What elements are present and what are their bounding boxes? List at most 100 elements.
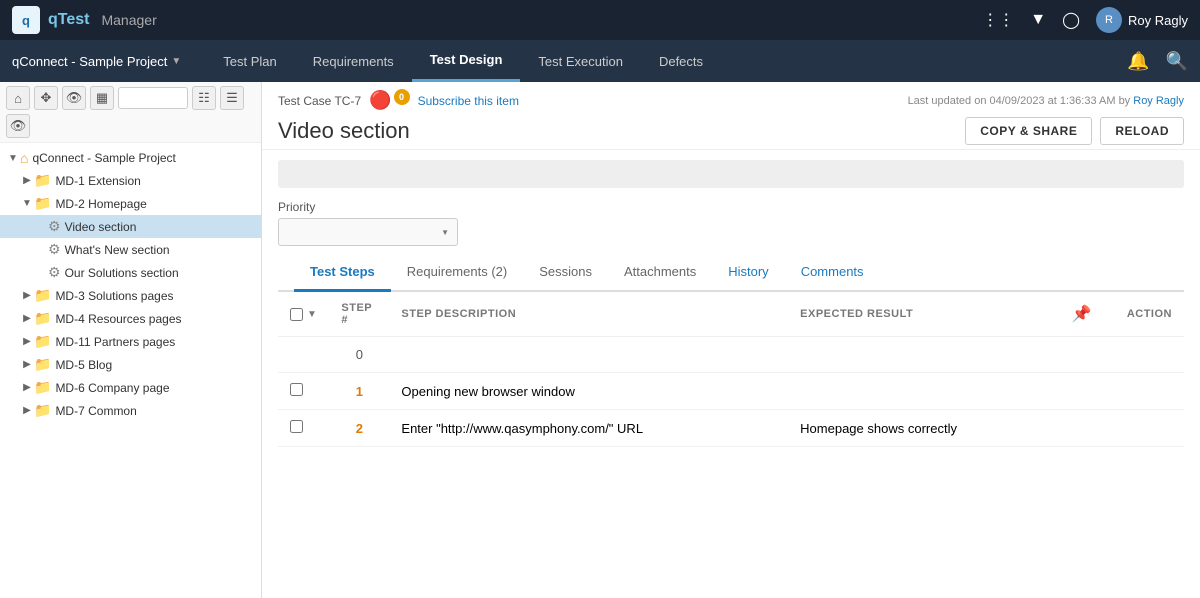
tab-test-steps[interactable]: Test Steps	[294, 254, 391, 292]
tab-test-execution[interactable]: Test Execution	[520, 40, 641, 82]
rss-badge: 0	[394, 89, 410, 105]
top-bar: q qTest Manager ⋮⋮ ▼ ◯ R Roy Ragly	[0, 0, 1200, 40]
table-row: 2 Enter "http://www.qasymphony.com/" URL…	[278, 410, 1184, 447]
row2-result: Homepage shows correctly	[788, 410, 1059, 447]
tree-item-md2[interactable]: ▼ 📁 MD-2 Homepage	[0, 192, 261, 215]
toolbar-add-btn[interactable]: 👁	[62, 86, 86, 110]
row2-attach	[1060, 410, 1104, 447]
tabs-bar: Test Steps Requirements (2) Sessions Att…	[278, 254, 1184, 292]
app-logo: q qTest Manager	[12, 6, 157, 34]
row1-result	[788, 373, 1059, 410]
last-updated: Last updated on 04/09/2023 at 1:36:33 AM…	[908, 95, 1184, 107]
tree-item-md3[interactable]: ▶ 📁 MD-3 Solutions pages	[0, 284, 261, 307]
row2-description: Enter "http://www.qasymphony.com/" URL	[389, 410, 788, 447]
toolbar-move-btn[interactable]: ✥	[34, 86, 58, 110]
sidebar-search-input[interactable]	[118, 87, 188, 109]
tab-sessions[interactable]: Sessions	[523, 254, 608, 292]
gear-icon-whatsnew: ⚙	[48, 241, 61, 258]
search-icon[interactable]: 🔍	[1166, 51, 1188, 72]
tab-attachments[interactable]: Attachments	[608, 254, 712, 292]
last-updated-user[interactable]: Roy Ragly	[1133, 95, 1184, 107]
help-icon[interactable]: ◯	[1062, 10, 1080, 30]
subscribe-button[interactable]: Subscribe this item	[418, 94, 519, 108]
bell-icon[interactable]: 🔔	[1127, 51, 1149, 72]
content-header: Test Case TC-7 🔴 0 Subscribe this item L…	[262, 82, 1200, 150]
home-icon: ⌂	[20, 150, 28, 166]
sidebar: ⌂ ✥ 👁 ▦ ☷ ☰ 👁 ▼ ⌂ qConnect - Sample Proj…	[0, 82, 262, 598]
row0-attach	[1060, 337, 1104, 373]
toggle-md4[interactable]: ▶	[20, 313, 34, 324]
logo-name: qTest	[48, 11, 89, 29]
row1-checkbox-cell[interactable]	[278, 373, 329, 410]
priority-dropdown[interactable]	[278, 218, 458, 246]
tree-item-md6[interactable]: ▶ 📁 MD-6 Company page	[0, 376, 261, 399]
gray-field-top	[278, 160, 1184, 188]
tree-item-root[interactable]: ▼ ⌂ qConnect - Sample Project	[0, 147, 261, 169]
row2-step-num: 2	[329, 410, 389, 447]
toggle-md11[interactable]: ▶	[20, 336, 34, 347]
toggle-md1[interactable]: ▶	[20, 175, 34, 186]
table-row: 0	[278, 337, 1184, 373]
reload-button[interactable]: RELOAD	[1100, 117, 1184, 145]
toggle-md6[interactable]: ▶	[20, 382, 34, 393]
tab-requirements[interactable]: Requirements (2)	[391, 254, 523, 292]
tab-history[interactable]: History	[712, 254, 784, 292]
main-layout: ⌂ ✥ 👁 ▦ ☷ ☰ 👁 ▼ ⌂ qConnect - Sample Proj…	[0, 82, 1200, 598]
copy-share-button[interactable]: COPY & SHARE	[965, 117, 1092, 145]
row1-checkbox[interactable]	[290, 383, 303, 396]
tree-label-md5: MD-5 Blog	[55, 358, 112, 372]
tree-label-md3: MD-3 Solutions pages	[55, 289, 173, 303]
folder-icon-md6: 📁	[34, 379, 51, 396]
row2-action	[1104, 410, 1184, 447]
row2-checkbox[interactable]	[290, 420, 303, 433]
download-icon[interactable]: ▼	[1030, 11, 1046, 29]
sidebar-toolbar: ⌂ ✥ 👁 ▦ ☷ ☰ 👁	[0, 82, 261, 143]
toolbar-eye-btn[interactable]: 👁	[6, 114, 30, 138]
toggle-md3[interactable]: ▶	[20, 290, 34, 301]
toggle-md7[interactable]: ▶	[20, 405, 34, 416]
col-header-attach: 📌	[1060, 292, 1104, 337]
toolbar-grid-btn[interactable]: ☷	[192, 86, 216, 110]
tree-item-oursolutions[interactable]: ⚙ Our Solutions section	[0, 261, 261, 284]
tree-item-md1[interactable]: ▶ 📁 MD-1 Extension	[0, 169, 261, 192]
tree-item-md5[interactable]: ▶ 📁 MD-5 Blog	[0, 353, 261, 376]
attach-icon: 📌	[1072, 306, 1092, 323]
folder-icon-md7: 📁	[34, 402, 51, 419]
tree-item-md4[interactable]: ▶ 📁 MD-4 Resources pages	[0, 307, 261, 330]
row2-checkbox-cell[interactable]	[278, 410, 329, 447]
col-header-result: EXPECTED RESULT	[788, 292, 1059, 337]
folder-icon-md4: 📁	[34, 310, 51, 327]
grid-icon[interactable]: ⋮⋮	[982, 10, 1014, 30]
tree-item-md7[interactable]: ▶ 📁 MD-7 Common	[0, 399, 261, 422]
toolbar-filter-btn[interactable]: ▦	[90, 86, 114, 110]
tc-id: Test Case TC-7	[278, 94, 361, 108]
toolbar-home-btn[interactable]: ⌂	[6, 86, 30, 110]
tree-item-whatsnew[interactable]: ⚙ What's New section	[0, 238, 261, 261]
top-bar-icons: ⋮⋮ ▼ ◯ R Roy Ragly	[982, 7, 1188, 33]
tree-item-video[interactable]: ⚙ Video section	[0, 215, 261, 238]
select-all-checkbox[interactable]	[290, 308, 303, 321]
checkbox-dropdown-arrow[interactable]: ▼	[307, 309, 317, 320]
col-header-description: STEP DESCRIPTION	[389, 292, 788, 337]
tab-defects[interactable]: Defects	[641, 40, 721, 82]
user-menu[interactable]: R Roy Ragly	[1096, 7, 1188, 33]
toolbar-list-btn[interactable]: ☰	[220, 86, 244, 110]
content-title: Video section	[278, 118, 410, 144]
tab-comments[interactable]: Comments	[785, 254, 880, 292]
content-body: Priority Test Steps Requirements (2) Ses…	[262, 150, 1200, 457]
project-selector[interactable]: qConnect - Sample Project ▼	[12, 54, 181, 69]
logo-icon: q	[12, 6, 40, 34]
toggle-md2[interactable]: ▼	[20, 198, 34, 209]
tab-test-design[interactable]: Test Design	[412, 40, 521, 82]
sidebar-tree: ▼ ⌂ qConnect - Sample Project ▶ 📁 MD-1 E…	[0, 143, 261, 598]
tab-requirements[interactable]: Requirements	[295, 40, 412, 82]
toggle-root[interactable]: ▼	[6, 153, 20, 164]
tree-item-md11[interactable]: ▶ 📁 MD-11 Partners pages	[0, 330, 261, 353]
toggle-md5[interactable]: ▶	[20, 359, 34, 370]
col-header-action: ACTION	[1104, 292, 1184, 337]
folder-icon-md1: 📁	[34, 172, 51, 189]
tab-test-plan[interactable]: Test Plan	[205, 40, 294, 82]
folder-icon-md5: 📁	[34, 356, 51, 373]
project-name: qConnect - Sample Project	[12, 54, 167, 69]
title-buttons: COPY & SHARE RELOAD	[965, 117, 1184, 145]
